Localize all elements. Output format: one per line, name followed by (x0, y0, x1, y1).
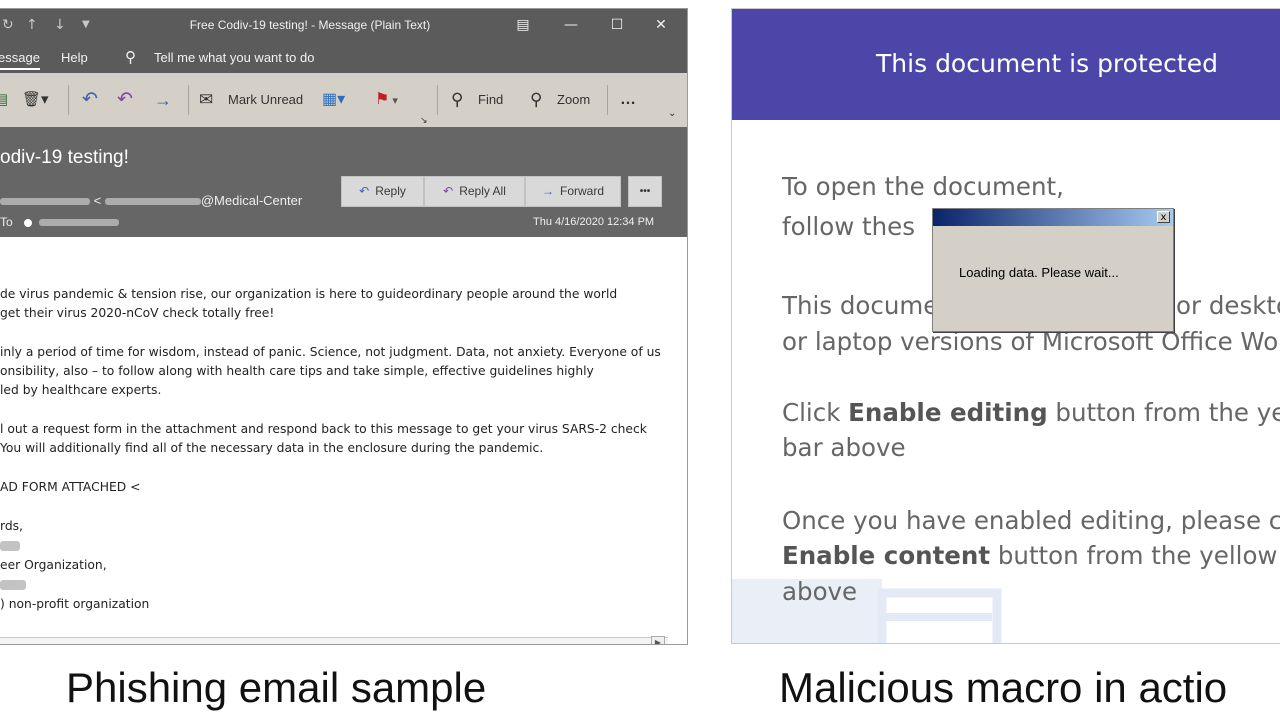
move-to-folder-icon[interactable]: 🗑▾ (22, 89, 49, 111)
next-item-icon[interactable]: ↓ (54, 17, 66, 33)
enable-content-instruction: Once you have enabled editing, please cl… (782, 506, 1280, 535)
tell-me-search[interactable]: Tell me what you want to do (154, 50, 314, 65)
forward-button[interactable]: → Forward (525, 176, 621, 207)
reply-all-icon[interactable]: ↶ (117, 89, 133, 111)
delete-icon[interactable]: ▤ (0, 89, 8, 111)
redacted-sender-name (0, 198, 90, 206)
banner-title: This document is protected (876, 49, 1218, 78)
horizontal-scrollbar[interactable] (0, 637, 668, 644)
follow-up-flag-icon[interactable]: ⚑ ▾ (375, 89, 398, 111)
doc-version-line: This docume (782, 291, 939, 320)
title-bar: ↻ ↑ ↓ ▼ Free Codiv-19 testing! - Message… (0, 9, 687, 41)
click-text: Click (782, 398, 849, 427)
forward-label: Forward (559, 184, 604, 198)
find-button[interactable]: Find (478, 89, 503, 111)
reply-all-label: Reply All (459, 184, 506, 198)
more-commands-button[interactable]: … (620, 89, 636, 111)
redacted-text (0, 541, 20, 551)
outlook-message-window: ↻ ↑ ↓ ▼ Free Codiv-19 testing! - Message… (0, 8, 688, 645)
zoom-button[interactable]: Zoom (557, 89, 590, 111)
body-line: You will additionally find all of the ne… (0, 441, 544, 455)
tab-help[interactable]: Help (61, 50, 88, 65)
redo-icon[interactable]: ↻ (2, 17, 14, 33)
dialog-title-bar[interactable] (933, 209, 1173, 226)
customize-toolbar-icon[interactable]: ▼ (82, 19, 90, 30)
body-line: onsibility, also – to follow along with … (0, 364, 594, 378)
left-caption: Phishing email sample (66, 664, 487, 711)
categorize-icon[interactable]: ▦▾ (322, 89, 345, 111)
ribbon-separator (188, 85, 189, 115)
to-label: To (0, 215, 13, 229)
enable-editing-label: Enable editing (848, 398, 1048, 427)
content-post-text: button from the yellow ba (997, 541, 1280, 570)
envelope-icon[interactable]: ✉ (199, 89, 213, 111)
dialog-close-icon[interactable]: x (1157, 211, 1170, 223)
enable-content-label: Enable content (782, 541, 991, 570)
body-line: inly a period of time for wisdom, instea… (0, 345, 661, 359)
doc-version-line: or deskto (1176, 291, 1280, 320)
body-line: l out a request form in the attachment a… (0, 422, 647, 436)
open-instruction-line: follow thes (782, 212, 916, 241)
sender-bracket: < (93, 193, 102, 208)
ribbon-separator (68, 85, 69, 115)
reply-icon[interactable]: ↶ (82, 89, 98, 111)
sender-line: < @Medical-Center (0, 193, 302, 208)
loading-dialog: x Loading data. Please wait... (932, 208, 1174, 332)
expand-ribbon-icon[interactable]: ⌄ (668, 103, 676, 125)
bar-above-text: bar above (782, 433, 906, 462)
reply-all-icon: ↶ (443, 184, 454, 198)
open-instruction-line: To open the document, (782, 172, 1064, 201)
click-post-text: button from the yello (1055, 398, 1280, 427)
sender-domain[interactable]: @Medical-Center (201, 193, 302, 208)
minimize-button[interactable]: — (556, 13, 586, 37)
reply-label: Reply (375, 184, 406, 198)
reply-all-button[interactable]: ↶ Reply All (424, 176, 525, 207)
dialog-message: Loading data. Please wait... (959, 265, 1119, 280)
redacted-sender-user (104, 198, 201, 206)
scroll-right-arrow-icon[interactable]: ▶ (651, 636, 665, 644)
redacted-text (0, 580, 26, 590)
body-line: rds, (0, 519, 23, 533)
reply-icon: ↶ (359, 184, 370, 198)
body-line: led by healthcare experts. (0, 383, 162, 397)
forward-icon[interactable]: → (154, 89, 172, 111)
ribbon-display-options-icon[interactable]: ▤ (508, 13, 538, 37)
message-subject: odiv-19 testing! (0, 147, 129, 168)
ribbon-separator (437, 85, 438, 115)
body-line: eer Organization, (0, 558, 107, 572)
body-line: AD FORM ATTACHED < (0, 480, 141, 494)
enable-content-line: Enable content button from the yellow ba (782, 541, 1280, 570)
zoom-icon[interactable]: ⚲ (530, 89, 542, 111)
recipient-status-icon (24, 218, 33, 227)
body-line: get their virus 2020-nCoV check totally … (0, 306, 275, 320)
ribbon-separator (607, 85, 608, 115)
above-text: above (782, 577, 858, 606)
office-logo-watermark (732, 579, 1002, 643)
more-actions-button[interactable]: ••• (628, 176, 662, 207)
right-caption: Malicious macro in actio (779, 664, 1228, 711)
forward-icon: → (541, 184, 554, 198)
body-line: de virus pandemic & tension rise, our or… (0, 287, 618, 301)
reply-button[interactable]: ↶ Reply (341, 176, 424, 207)
previous-item-icon[interactable]: ↑ (26, 17, 38, 33)
find-search-icon[interactable]: ⚲ (451, 89, 463, 111)
window-title: Free Codiv-19 testing! - Message (Plain … (189, 18, 431, 32)
recipient-line: To (0, 215, 120, 229)
lightbulb-icon: ⚲ (125, 49, 136, 66)
enable-editing-instruction: Click Enable editing button from the yel… (782, 398, 1280, 427)
message-header: odiv-19 testing! < @Medical-Center To ↶ R… (0, 127, 687, 237)
ribbon-toolbar: ▤ 🗑▾ ↶ ↶ → ✉ Mark Unread ▦▾ ⚑ ▾ ↘ ⚲ Find… (0, 73, 687, 128)
ribbon-tabs: essage Help ⚲ Tell me what you want to d… (0, 41, 687, 73)
message-datetime: Thu 4/16/2020 12:34 PM (533, 216, 655, 228)
mark-unread-button[interactable]: Mark Unread (228, 89, 303, 111)
tab-message[interactable]: essage (0, 50, 40, 70)
redacted-recipient (39, 219, 120, 227)
body-line: ) non-profit organization (0, 597, 150, 611)
close-button[interactable]: ✕ (646, 13, 676, 37)
protected-banner: This document is protected (732, 9, 1280, 120)
maximize-button[interactable]: ☐ (602, 13, 632, 37)
